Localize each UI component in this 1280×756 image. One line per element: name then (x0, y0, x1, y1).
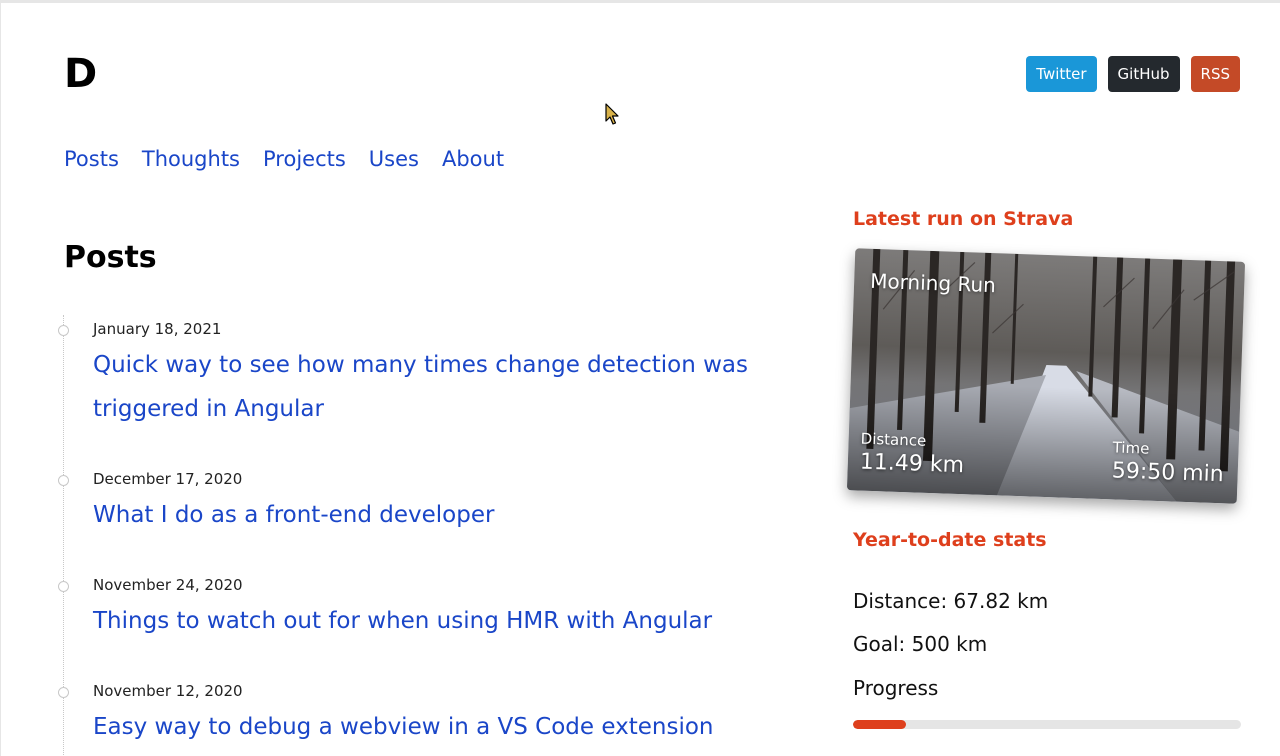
post-date: December 17, 2020 (93, 470, 243, 488)
page-title: Posts (64, 240, 157, 275)
post-title-link[interactable]: Easy way to debug a webview in a VS Code… (93, 705, 773, 749)
nav-item-thoughts[interactable]: Thoughts (142, 144, 240, 174)
run-distance-value: 11.49 km (859, 449, 965, 479)
mouse-cursor-icon (605, 103, 619, 125)
timeline-dot (58, 581, 69, 592)
timeline-dot (58, 687, 69, 698)
strava-run-card[interactable]: Morning Run Distance 11.49 km Time 59:50… (846, 248, 1246, 504)
post-title-link[interactable]: Things to watch out for when using HMR w… (93, 599, 773, 643)
post-date: January 18, 2021 (93, 320, 222, 338)
twitter-button[interactable]: Twitter (1026, 56, 1097, 92)
timeline-dot (58, 475, 69, 486)
ytd-goal: Goal: 500 km (853, 632, 988, 656)
run-title: Morning Run (869, 268, 997, 298)
post-title-link[interactable]: What I do as a front-end developer (93, 493, 773, 537)
ytd-heading: Year-to-date stats (853, 529, 1047, 551)
post-item: December 17, 2020 What I do as a front-e… (58, 467, 773, 537)
nav-item-projects[interactable]: Projects (263, 144, 346, 174)
timeline-dot (58, 325, 69, 336)
ytd-progress-bar (853, 720, 1241, 729)
github-button[interactable]: GitHub (1107, 56, 1180, 92)
post-date: November 24, 2020 (93, 576, 243, 594)
post-date: November 12, 2020 (93, 682, 243, 700)
post-item: January 18, 2021 Quick way to see how ma… (58, 317, 773, 431)
nav-item-posts[interactable]: Posts (64, 144, 119, 174)
nav-item-about[interactable]: About (442, 144, 504, 174)
post-title-link[interactable]: Quick way to see how many times change d… (93, 343, 773, 431)
ytd-distance: Distance: 67.82 km (853, 589, 1049, 613)
run-time-value: 59:50 min (1111, 458, 1225, 488)
main-nav: Posts Thoughts Projects Uses About (64, 144, 504, 174)
run-time: Time 59:50 min (1111, 437, 1224, 489)
site-logo[interactable]: D (64, 53, 97, 95)
post-item: November 12, 2020 Easy way to debug a we… (58, 679, 773, 749)
ytd-progress-fill (853, 720, 906, 729)
social-links: Twitter GitHub RSS (1026, 56, 1240, 92)
post-item: November 24, 2020 Things to watch out fo… (58, 573, 773, 643)
ytd-progress-label: Progress (853, 676, 939, 700)
run-distance: Distance 11.49 km (859, 429, 965, 481)
nav-item-uses[interactable]: Uses (369, 144, 419, 174)
latest-run-heading: Latest run on Strava (853, 208, 1074, 230)
rss-button[interactable]: RSS (1190, 56, 1240, 92)
